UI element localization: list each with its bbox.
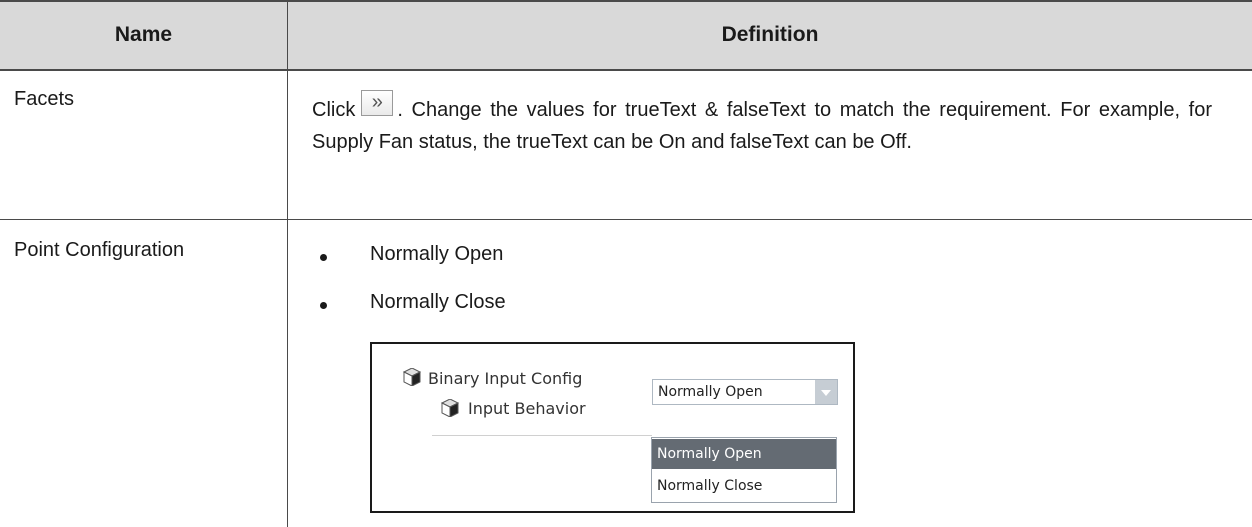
input-behavior-select[interactable]: Normally Open — [652, 379, 838, 405]
definition-text: . Change the values for trueText & false… — [312, 99, 1212, 153]
cube-icon — [440, 399, 460, 417]
table-rule — [0, 219, 1252, 220]
dropdown-list[interactable]: Normally Open Normally Close — [651, 437, 837, 503]
double-chevron-right-icon: » — [361, 90, 394, 116]
header-definition: Definition — [721, 23, 819, 46]
cube-icon — [402, 368, 422, 386]
group-label: Binary Input Config — [428, 369, 583, 388]
bullet-item: Normally Close — [370, 291, 506, 313]
bullet-icon — [320, 254, 327, 261]
row-name-point-configuration: Point Configuration — [14, 239, 185, 261]
row-definition-facets: Click». Change the values for trueText &… — [312, 90, 1212, 158]
property-label: Input Behavior — [468, 399, 586, 418]
chevron-down-icon[interactable] — [815, 380, 837, 404]
row-separator — [432, 435, 652, 436]
definition-table: Name Definition Facets Click». Change th… — [0, 0, 1252, 527]
table-column-divider — [287, 0, 288, 527]
table-rule — [0, 69, 1252, 71]
bullet-icon — [320, 302, 327, 309]
definition-prefix: Click — [312, 99, 356, 121]
header-name: Name — [114, 23, 173, 46]
dropdown-option[interactable]: Normally Close — [652, 471, 836, 501]
row-name-facets: Facets — [14, 88, 75, 110]
embedded-screenshot: Binary Input Config Input Behavior Norma… — [370, 342, 855, 513]
dropdown-option[interactable]: Normally Open — [652, 439, 836, 469]
table-border-top — [0, 0, 1252, 2]
bullet-item: Normally Open — [370, 243, 504, 265]
select-value: Normally Open — [658, 384, 763, 400]
